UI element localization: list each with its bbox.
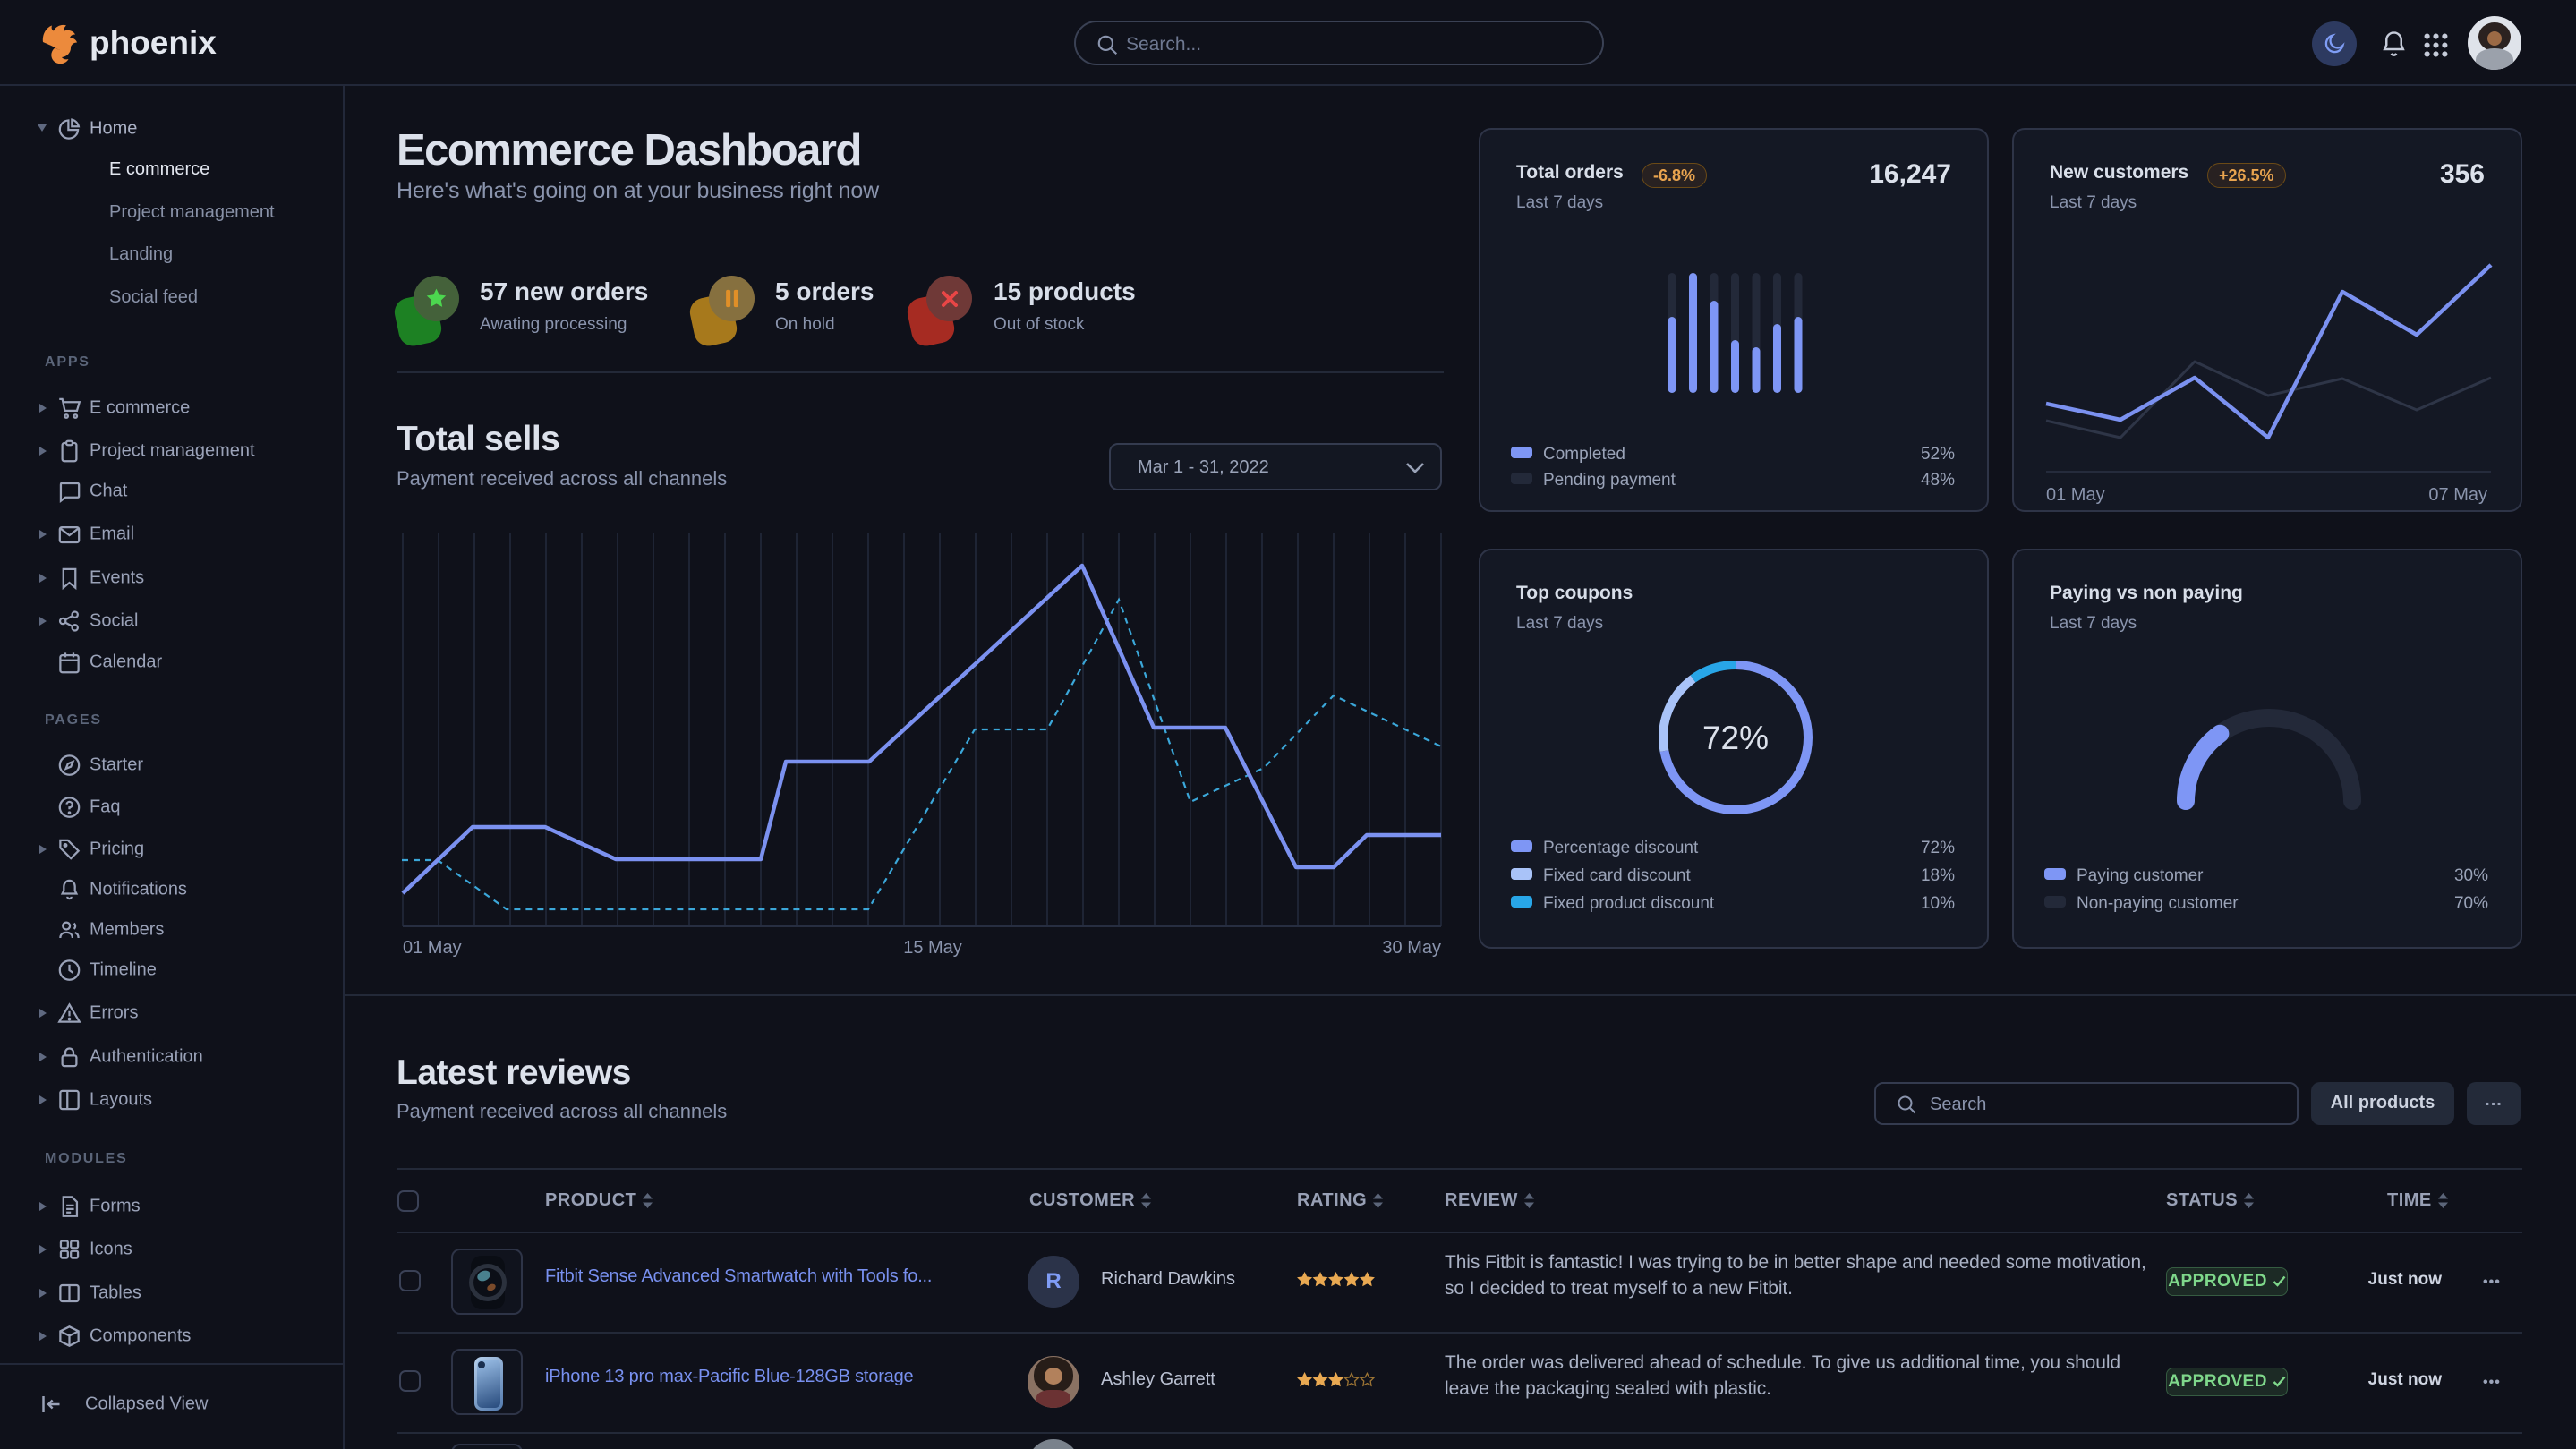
svg-text:72%: 72% [1702,720,1769,756]
svg-text:30 May: 30 May [1382,938,1441,958]
svg-text:01 May: 01 May [403,938,462,958]
svg-text:15 May: 15 May [903,938,962,958]
